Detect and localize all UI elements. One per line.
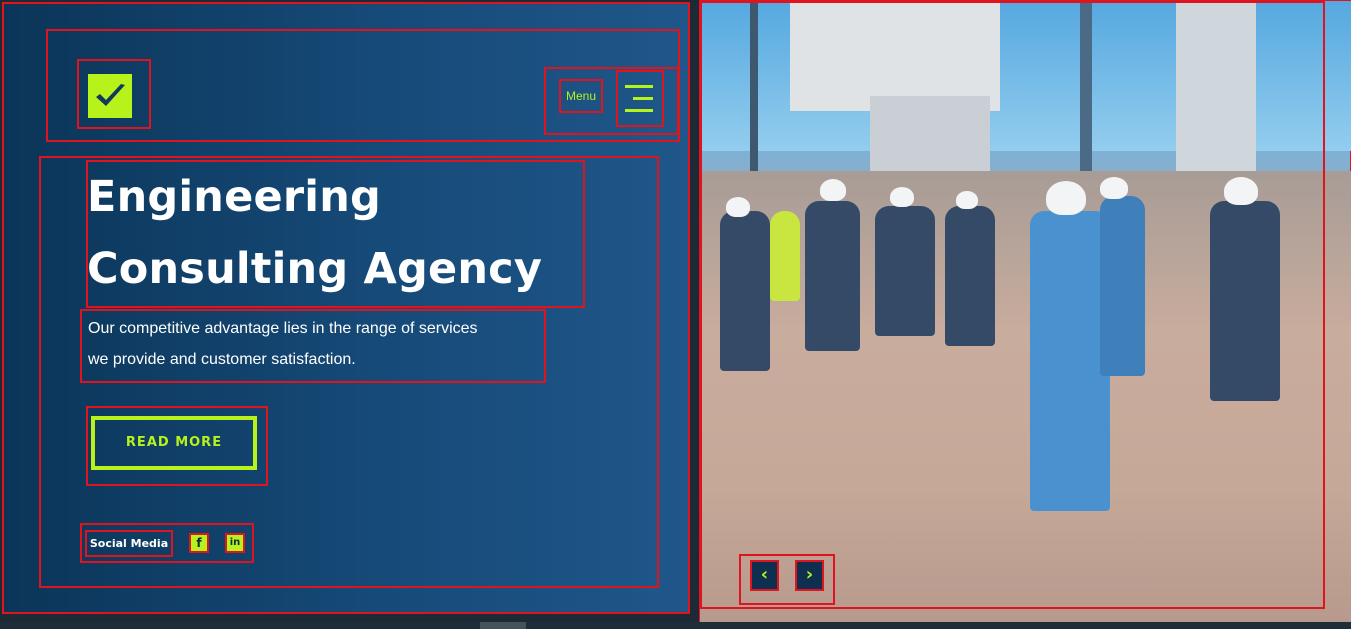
hero-panel: Menu Engineering Consulting Agency Our c… (2, 2, 690, 614)
hamburger-icon[interactable] (616, 70, 664, 127)
linkedin-icon[interactable]: in (225, 533, 245, 553)
slider-controls: ‹ › (739, 554, 835, 605)
hero-slider: ‹ › (699, 0, 1351, 623)
hero-description: Our competitive advantage lies in the ra… (80, 309, 546, 383)
chevron-left-icon[interactable]: ‹ (750, 560, 779, 591)
hero-content: Engineering Consulting Agency Our compet… (39, 156, 659, 588)
description-line-1: Our competitive advantage lies in the ra… (88, 320, 478, 337)
cta-wrapper: READ MORE (86, 406, 268, 486)
facebook-icon[interactable]: f (189, 533, 209, 553)
title-line-1: Engineering (87, 172, 381, 222)
read-more-button[interactable]: READ MORE (91, 416, 257, 470)
description-line-2: we provide and customer satisfaction. (88, 351, 356, 368)
site-header: Menu (46, 29, 680, 142)
social-media-label: Social Media (85, 530, 173, 557)
menu-label[interactable]: Menu (559, 79, 603, 113)
page-title: Engineering Consulting Agency (86, 160, 585, 308)
slider-frame (700, 1, 1325, 609)
scrollbar-thumb[interactable] (480, 622, 526, 629)
site-logo[interactable] (77, 59, 151, 129)
chevron-right-icon[interactable]: › (795, 560, 824, 591)
title-line-2: Consulting Agency (87, 244, 543, 294)
horizontal-scrollbar[interactable] (0, 622, 1351, 629)
checkmark-icon (88, 74, 132, 118)
